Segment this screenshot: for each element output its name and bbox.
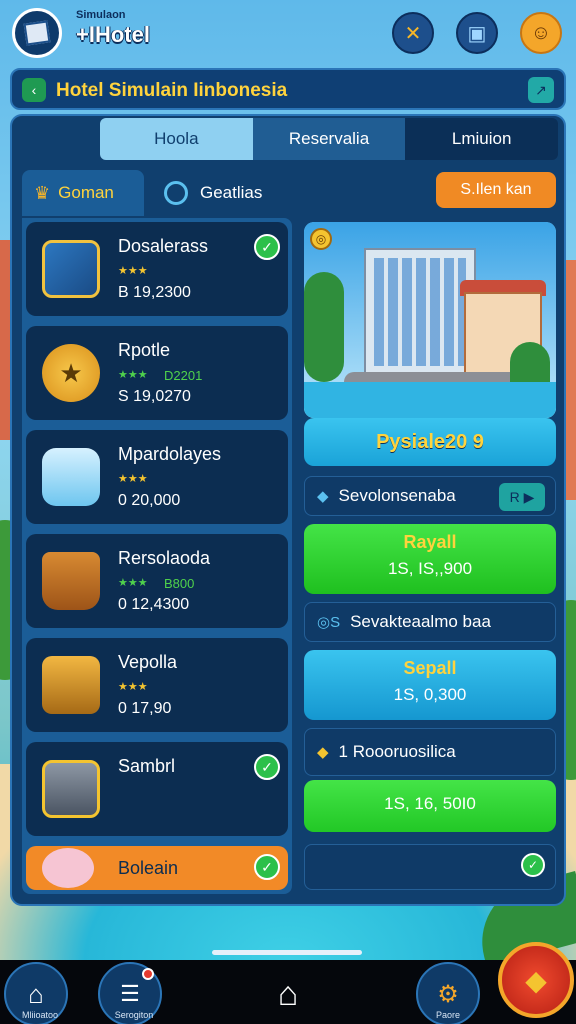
- subtab-goman[interactable]: ♛ Goman: [22, 170, 144, 216]
- offer-card[interactable]: 1S, 16, 50I0: [304, 780, 556, 832]
- check-icon[interactable]: ✓: [254, 854, 280, 880]
- item-stars: ★★★: [118, 369, 148, 381]
- book-icon: [42, 240, 100, 298]
- option-row-label: 1 Roooruosilica: [338, 742, 456, 761]
- list-item[interactable]: Rersolaoda ★★★ B800 0 12,4300: [26, 534, 288, 628]
- sort-button[interactable]: S.Ilen kan: [436, 172, 556, 208]
- offer-price: 1S, 0,300: [393, 685, 467, 704]
- check-icon[interactable]: ✓: [254, 754, 280, 780]
- notification-badge: [142, 968, 154, 980]
- tab-bar: Hoola Reservalia Lmiuion: [100, 118, 558, 160]
- list-item[interactable]: Dosalerass ★★★ B 19,2300 ✓: [26, 222, 288, 316]
- house-outline-icon: ⌂: [277, 974, 299, 1013]
- offer-label: Rayall: [403, 532, 457, 552]
- expand-icon[interactable]: ↗: [528, 77, 554, 103]
- item-name: Boleain: [118, 858, 179, 878]
- option-row-label: Sevakteaalmo baa: [350, 612, 491, 631]
- top-bar: Simulaon +IHotel ✕ ▣ ☺: [0, 0, 576, 66]
- nav-center-home-button[interactable]: ⌂: [256, 962, 320, 1024]
- subtab-geatlias[interactable]: Geatlias: [164, 170, 262, 216]
- nav-action-button[interactable]: ◆: [498, 942, 574, 1018]
- item-price: 0 20,000: [118, 492, 181, 509]
- flower-icon: [42, 848, 94, 888]
- item-list: Dosalerass ★★★ B 19,2300 ✓ ★ Rpotle ★★★ …: [22, 218, 292, 894]
- item-price: S 19,0270: [118, 388, 191, 405]
- item-stars: ★★★: [118, 577, 148, 589]
- title-bar: ‹ Hotel Simulain Iinbonesia ↗: [10, 68, 566, 110]
- inventory-icon[interactable]: ▣: [456, 12, 498, 54]
- crown-icon: ♛: [34, 182, 51, 203]
- tab-hoola[interactable]: Hoola: [100, 118, 253, 160]
- item-name: Dosalerass: [118, 236, 209, 256]
- preview-price-label: Pysiale20 9: [304, 418, 556, 466]
- option-row[interactable]: ◆ 1 Roooruosilica: [304, 728, 556, 776]
- tools-icon[interactable]: ✕: [392, 12, 434, 54]
- diamond-icon: ◆: [317, 488, 329, 505]
- offer-label: Sepall: [403, 658, 457, 678]
- main-panel: Hoola Reservalia Lmiuion ♛ Goman Geatlia…: [10, 114, 566, 906]
- item-sub: D2201: [164, 368, 203, 383]
- play-button[interactable]: R ▶: [499, 483, 545, 511]
- star-coin-icon: ★: [42, 344, 100, 402]
- item-name: Vepolla: [118, 652, 178, 672]
- nav-home-label: Mliioatoo: [21, 1010, 59, 1020]
- item-name: Mpardolayes: [118, 444, 222, 464]
- gear-icon: ⚙: [437, 980, 459, 1008]
- item-stars: ★★★: [118, 473, 148, 485]
- item-price: 0 17,90: [118, 700, 172, 717]
- option-row-label: Sevolonsenaba: [338, 486, 456, 505]
- chest-icon: [42, 656, 100, 714]
- ledger-icon: ☰: [120, 981, 140, 1006]
- app-logo-icon[interactable]: [12, 8, 62, 58]
- option-row[interactable]: ✓: [304, 844, 556, 890]
- tab-lmiuion[interactable]: Lmiuion: [405, 118, 558, 160]
- search-icon: [164, 181, 188, 205]
- subtab-geatlias-label: Geatlias: [200, 183, 263, 202]
- list-item[interactable]: Vepolla ★★★ 0 17,90: [26, 638, 288, 732]
- diamond-icon: ◆: [317, 744, 329, 761]
- app-title: +IHotel: [76, 22, 150, 47]
- home-icon: ⌂: [28, 978, 44, 1009]
- item-stars: ★★★: [118, 681, 148, 693]
- item-name: Sambrl: [118, 756, 176, 776]
- bottom-nav: ⌂ Mliioatoo ☰ Serogiton ⌂ ⚙ Paore ◆: [0, 942, 576, 1024]
- machine-icon: [42, 760, 100, 818]
- home-indicator: [212, 950, 362, 955]
- offer-card[interactable]: Rayall 1S, IS,,900: [304, 524, 556, 594]
- check-icon[interactable]: ✓: [254, 234, 280, 260]
- coin-icon: ◎S: [317, 614, 341, 631]
- item-price: 0 12,4300: [118, 596, 190, 613]
- item-price: B 19,2300: [118, 284, 191, 301]
- item-name: Rersolaoda: [118, 548, 211, 568]
- profile-avatar-icon[interactable]: ☺: [520, 12, 562, 54]
- bell-icon: ◆: [525, 964, 547, 996]
- page-title: Hotel Simulain Iinbonesia: [56, 80, 288, 101]
- nav-reservation-label: Serogiton: [114, 1010, 154, 1020]
- list-item[interactable]: Sambrl ✓: [26, 742, 288, 836]
- coin-icon: ◎: [310, 228, 332, 250]
- bucket-icon: [42, 552, 100, 610]
- hotel-preview-image: ◎: [304, 222, 556, 418]
- subtab-goman-label: Goman: [58, 183, 114, 202]
- item-name: Rpotle: [118, 340, 171, 360]
- app-subtitle: Simulaon: [76, 9, 126, 21]
- offer-price: 1S, IS,,900: [387, 559, 473, 578]
- offer-price: 1S, 16, 50I0: [384, 794, 476, 813]
- item-stars: ★★★: [118, 265, 148, 277]
- list-item[interactable]: Mpardolayes ★★★ 0 20,000: [26, 430, 288, 524]
- list-item[interactable]: Boleain ✓: [26, 846, 288, 890]
- item-sub: B800: [164, 576, 195, 591]
- list-item[interactable]: ★ Rpotle ★★★ D2201 S 19,0270: [26, 326, 288, 420]
- tab-reservalia[interactable]: Reservalia: [252, 118, 406, 160]
- option-row[interactable]: ◆ Sevolonsenaba R ▶: [304, 476, 556, 516]
- check-icon[interactable]: ✓: [521, 853, 545, 877]
- jar-icon: [42, 448, 100, 506]
- option-row[interactable]: ◎S Sevakteaalmo baa: [304, 602, 556, 642]
- offer-card[interactable]: Sepall 1S, 0,300: [304, 650, 556, 720]
- back-arrow-icon[interactable]: ‹: [22, 78, 46, 102]
- nav-settings-label: Paore: [435, 1010, 461, 1020]
